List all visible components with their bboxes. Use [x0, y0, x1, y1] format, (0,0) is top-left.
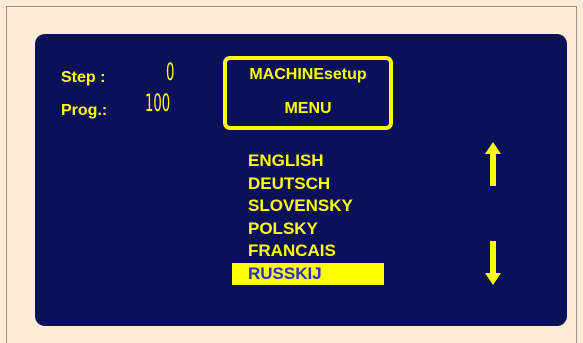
arrow-up-icon[interactable] [484, 141, 502, 192]
menu-title-line1: MACHINEsetup [249, 66, 367, 83]
language-list: ENGLISH DEUTSCH SLOVENSKY POLSKY FRANCAI… [232, 150, 384, 285]
language-item-deutsch[interactable]: DEUTSCH [232, 173, 384, 196]
language-item-russkij[interactable]: RUSSKIJ [232, 262, 384, 285]
step-value: 0 [166, 58, 175, 86]
menu-title-line2: MENU [284, 100, 332, 117]
language-item-slovensky[interactable]: SLOVENSKY [232, 195, 384, 218]
language-item-francais[interactable]: FRANCAIS [232, 240, 384, 263]
prog-label: Prog.: [61, 102, 108, 119]
prog-value: 100 [145, 89, 171, 117]
step-label: Step : [61, 69, 106, 86]
language-item-english[interactable]: ENGLISH [232, 150, 384, 173]
arrow-down-icon[interactable] [484, 240, 502, 291]
menu-title-box[interactable]: MACHINEsetup MENU [223, 56, 393, 130]
language-item-polsky[interactable]: POLSKY [232, 218, 384, 241]
